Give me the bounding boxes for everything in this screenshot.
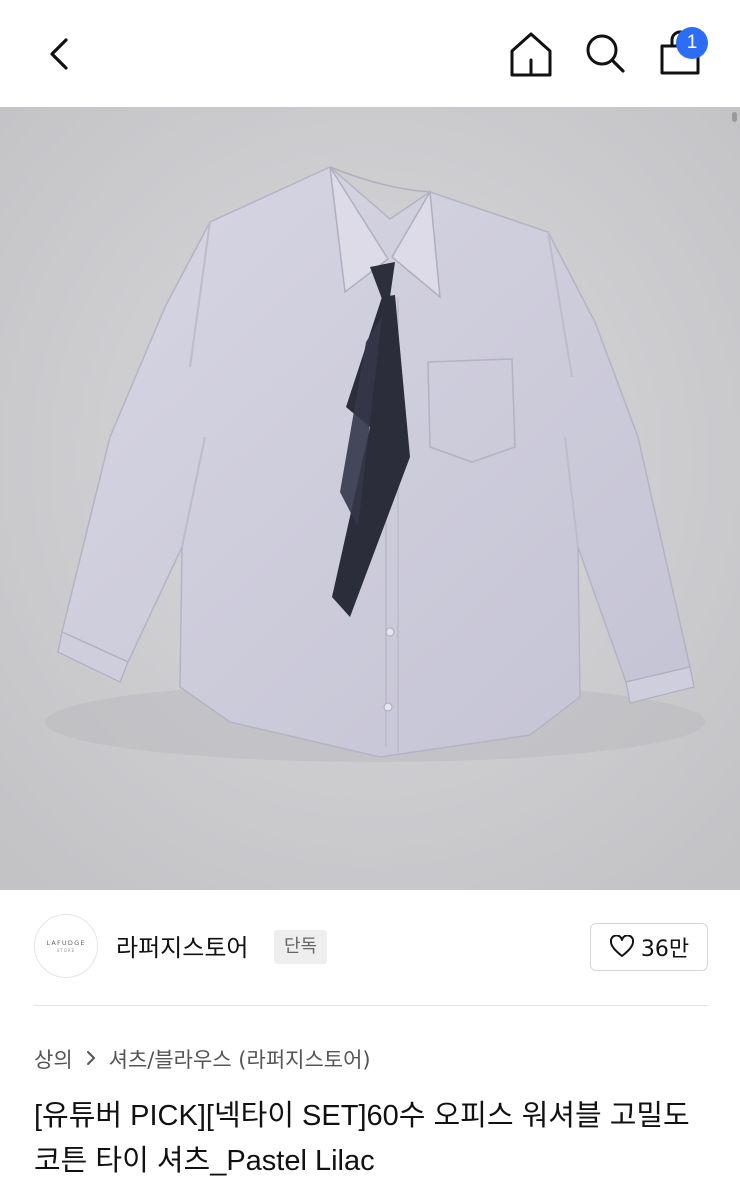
- scrollbar-thumb[interactable]: [732, 112, 737, 122]
- store-logo-text: LAFUDGE: [46, 939, 86, 947]
- product-title: [유튜버 PICK][넥타이 SET]60수 오피스 워셔블 고밀도 코튼 타이…: [34, 1100, 690, 1177]
- like-button[interactable]: 36만: [590, 923, 708, 971]
- section-divider: [34, 1005, 708, 1006]
- back-button[interactable]: [30, 24, 90, 84]
- heart-outline-icon: [609, 935, 634, 957]
- chevron-left-icon: [50, 38, 68, 70]
- store-info-row: LAFUDGE STORE 라퍼지스토어 단독 36만: [0, 890, 740, 1006]
- search-icon: [586, 34, 625, 73]
- home-icon: [510, 32, 552, 77]
- breadcrumb-category[interactable]: 상의: [34, 1044, 73, 1074]
- store-logo[interactable]: LAFUDGE STORE: [34, 914, 98, 978]
- like-count: 36만: [640, 937, 690, 962]
- search-button[interactable]: [576, 24, 636, 84]
- chevron-right-icon: [85, 1047, 97, 1071]
- top-navigation-bar: 1: [0, 0, 740, 107]
- cart-count-badge: 1: [676, 27, 708, 59]
- exclusive-badge: 단독: [274, 930, 328, 964]
- home-button[interactable]: [500, 24, 562, 86]
- breadcrumb-subcategory[interactable]: 셔츠/블라우스 (라퍼지스토어): [109, 1044, 371, 1074]
- breadcrumb: 상의 셔츠/블라우스 (라퍼지스토어): [34, 1044, 371, 1074]
- product-image[interactable]: [0, 107, 740, 890]
- store-name-link[interactable]: 라퍼지스토어: [116, 928, 248, 963]
- store-logo-subtext: STORE: [56, 948, 76, 953]
